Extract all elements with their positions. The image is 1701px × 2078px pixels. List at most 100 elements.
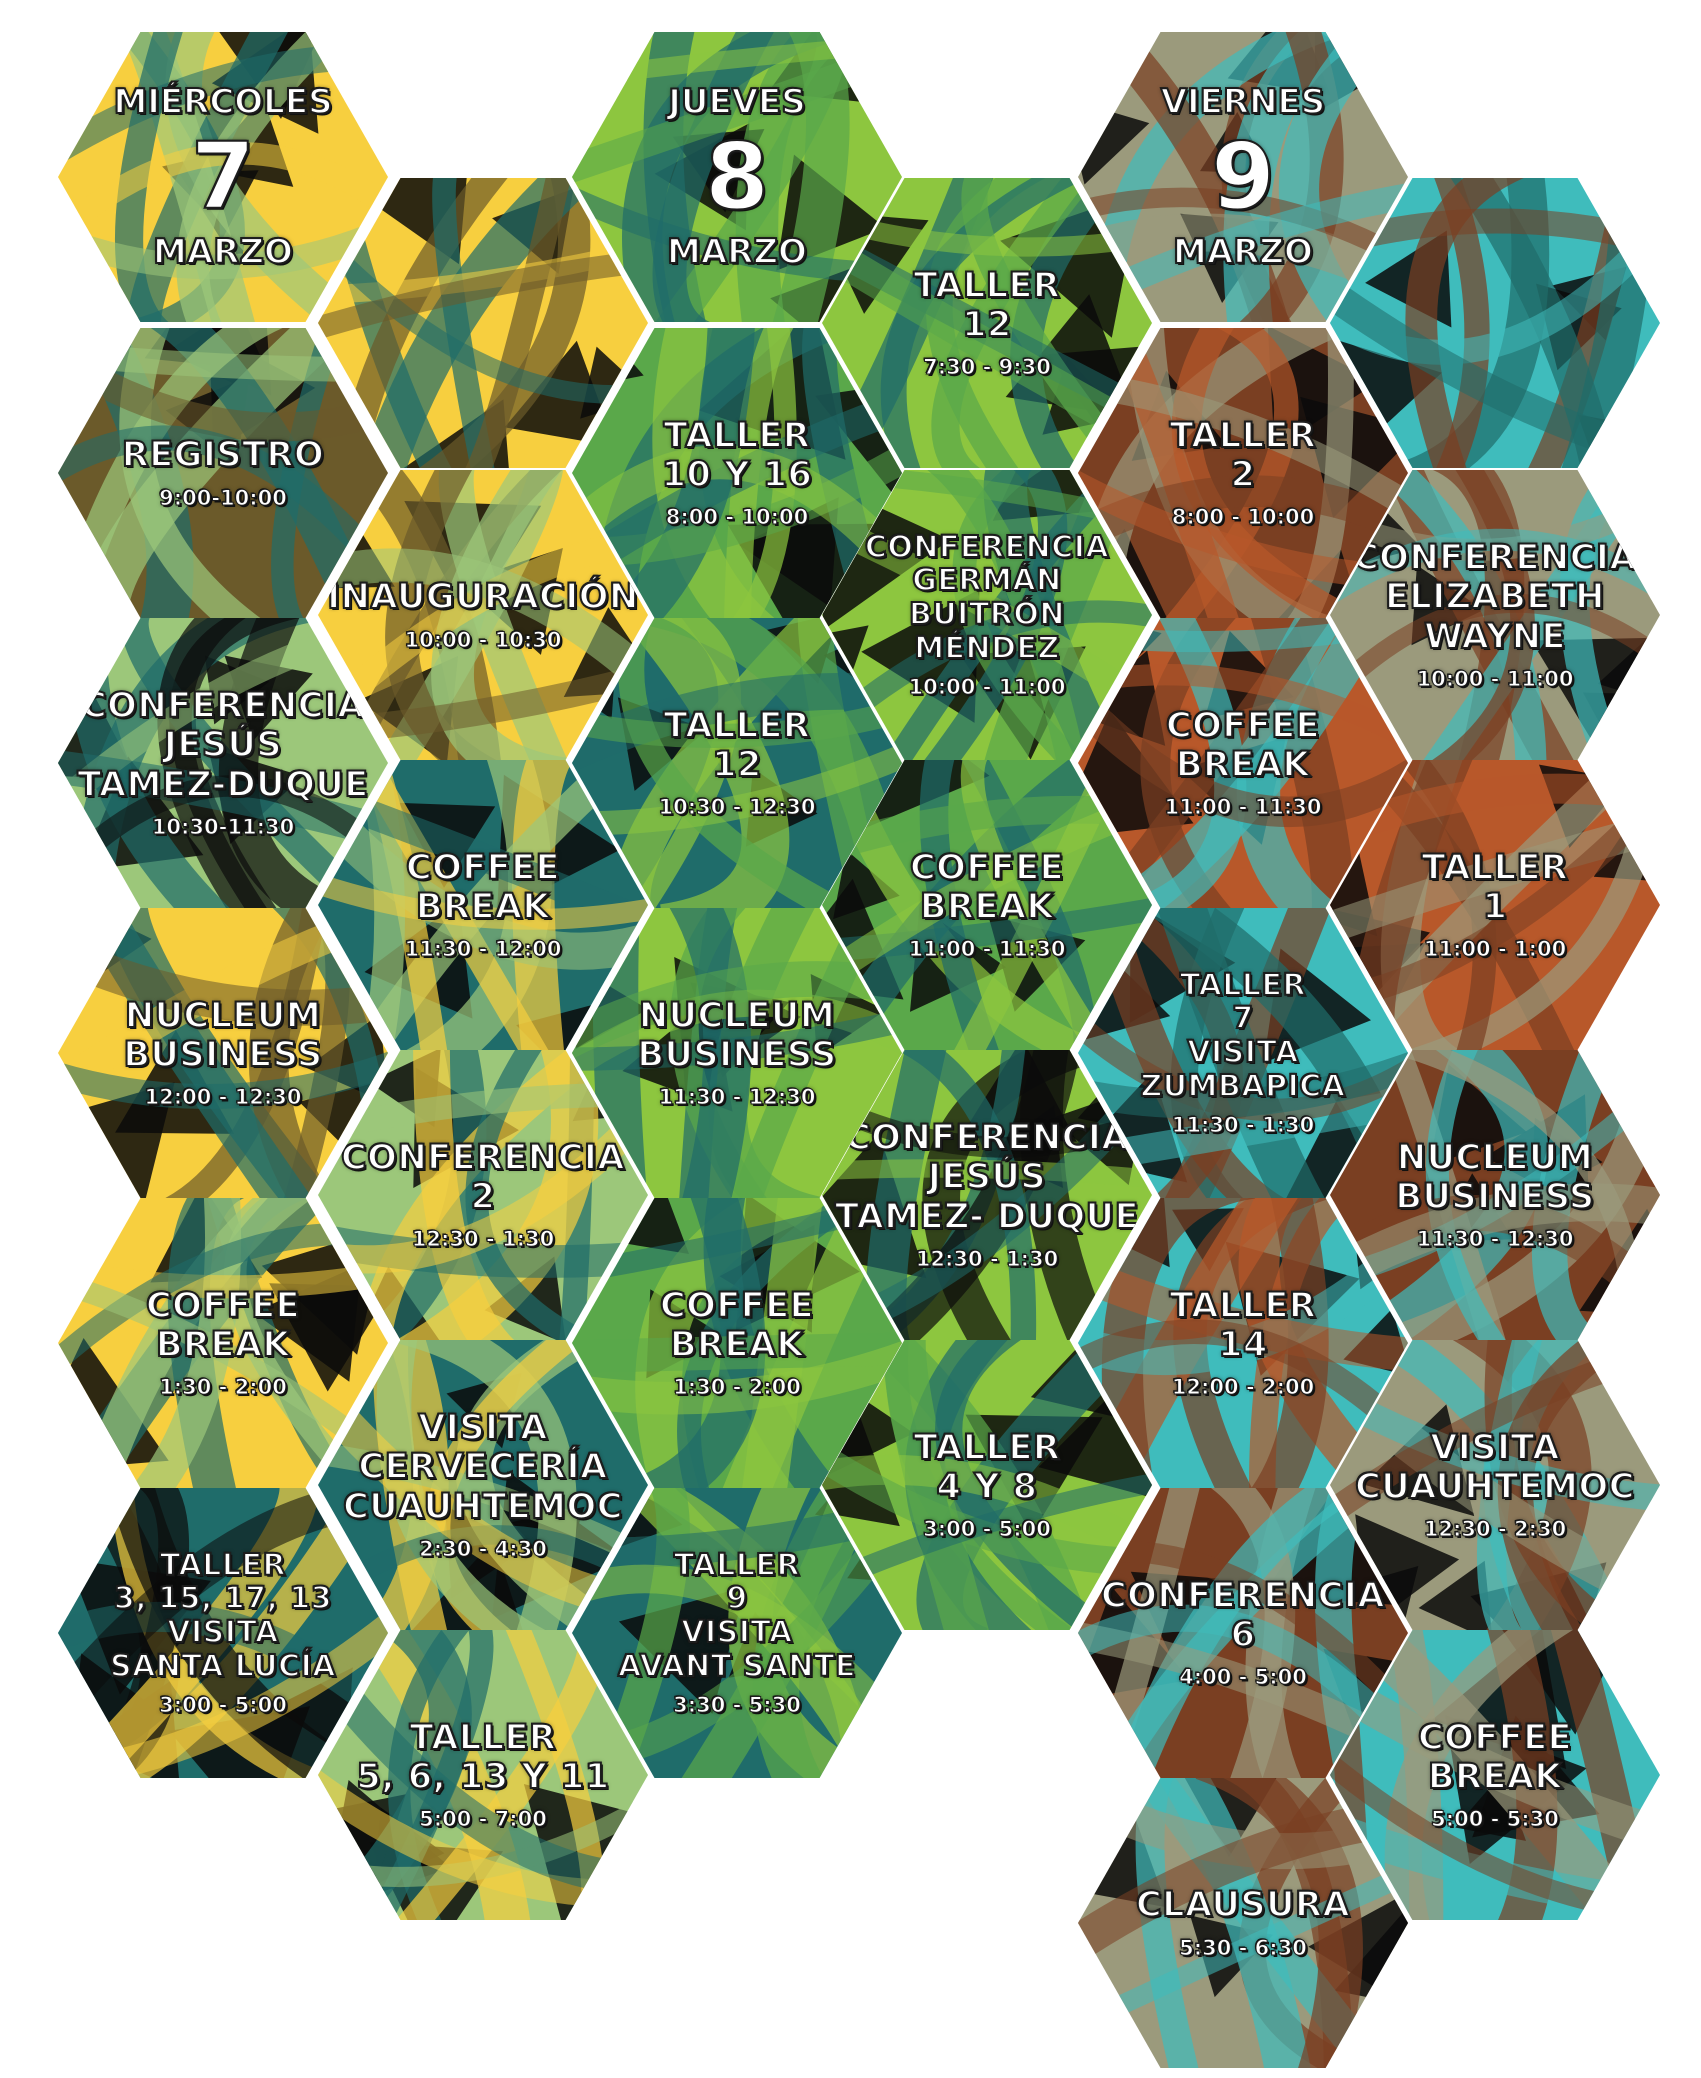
event-title-line: 12 [961, 304, 1012, 345]
event-title-line: WAYNE [1423, 616, 1566, 657]
event-title-line: GERMÁN [911, 563, 1062, 599]
event-title-line: CLAUSURA [1135, 1885, 1351, 1926]
event-hex: TALLER 3, 15, 17, 13 VISITA SANTA LUCÍA 3:00… [58, 1488, 388, 1778]
day-number: 9 [1210, 123, 1276, 231]
event-title-line: COFFEE [145, 1285, 301, 1326]
event-title-line: 14 [1217, 1324, 1268, 1365]
event-title-line: TALLER [1169, 1285, 1317, 1326]
event-title-line: NUCLEUM [638, 995, 836, 1036]
event-time: 11:30 - 12:30 [658, 1085, 816, 1110]
event-title-line: BREAK [1175, 744, 1311, 785]
event-title-line: TALLER [1179, 967, 1307, 1003]
event-title-line: TALLER [159, 1547, 287, 1583]
event-title-line: 2 [470, 1176, 496, 1217]
event-time: 3:00 - 5:00 [923, 1517, 1052, 1542]
event-title-line: CUAUHTEMOC [1354, 1466, 1635, 1507]
event-time: 5:00 - 7:00 [419, 1807, 548, 1832]
event-title-line: BUSINESS [122, 1034, 323, 1075]
event-title-line: SANTA LUCÍA [109, 1648, 337, 1684]
event-title-line: BREAK [1427, 1756, 1563, 1797]
event-title-line: VISITA [1429, 1427, 1560, 1468]
event-time: 8:00 - 10:00 [1171, 505, 1315, 530]
event-time: 4:00 - 5:00 [1179, 1665, 1308, 1690]
event-title-line: CONFERENCIA [844, 1118, 1130, 1159]
event-title-line: MÉNDEZ [913, 630, 1060, 666]
event-time: 12:30 - 1:30 [915, 1246, 1059, 1271]
event-title-line: CONFERENCIA [80, 686, 366, 727]
event-time: 11:30 - 1:30 [1171, 1113, 1315, 1138]
event-title-line: BUSINESS [1394, 1176, 1595, 1217]
event-time: 11:30 - 12:00 [404, 937, 562, 962]
event-title-line: CONFERENCIA [864, 529, 1110, 565]
event-title-line: REGISTRO [121, 435, 325, 476]
event-title-line: TALLER [673, 1547, 801, 1583]
event-title-line: CUAUHTEMOC [342, 1486, 623, 1527]
event-title-line: 5, 6, 13 Y 11 [355, 1756, 610, 1797]
event-hex: NUCLEUM BUSINESS 12:00 - 12:30 [58, 908, 388, 1198]
event-time: 11:00 - 11:30 [908, 937, 1066, 962]
event-time: 11:00 - 1:00 [1423, 937, 1567, 962]
event-title-line: VISITA [1186, 1035, 1299, 1070]
event-time: 5:00 - 5:30 [1431, 1807, 1560, 1832]
event-title-line: 2 [1230, 454, 1256, 495]
event-time: 11:30 - 12:30 [1416, 1227, 1574, 1252]
event-title-line: VISITA [166, 1615, 279, 1650]
event-title-line: COFFEE [909, 847, 1065, 888]
day-header-hex: MIÉRCOLES 7 MARZO [58, 32, 388, 322]
event-title-line: 10 Y 16 [661, 454, 813, 495]
event-time: 11:00 - 11:30 [1164, 795, 1322, 820]
event-title-line: AVANT SANTE [617, 1648, 857, 1684]
event-time: 10:00 - 10:30 [404, 627, 562, 652]
event-title-line: 4 Y 8 [936, 1466, 1038, 1507]
event-hex: CONFERENCIA JESÚS TAMEZ-DUQUE 10:30-11:30 [58, 618, 388, 908]
event-time: 12:00 - 2:00 [1171, 1375, 1315, 1400]
event-title-line: 3, 15, 17, 13 [113, 1581, 333, 1617]
event-title-line: TAMEZ- DUQUE [834, 1196, 1140, 1237]
event-title-line: 1 [1482, 886, 1508, 927]
event-title-line: JESÚS [927, 1157, 1047, 1198]
event-title-line: COFFEE [405, 847, 561, 888]
event-title-line: BREAK [155, 1324, 291, 1365]
event-time: 2:30 - 4:30 [419, 1536, 548, 1561]
event-title-line: NUCLEUM [1396, 1137, 1594, 1178]
event-title-line: 12 [711, 744, 762, 785]
day-month: MARZO [1172, 231, 1314, 273]
event-title-line: INAUGURACIÓN [326, 577, 639, 618]
event-title-line: ZUMBAPICA [1140, 1068, 1346, 1104]
event-title-line: 6 [1230, 1614, 1256, 1655]
event-title-line: TALLER [913, 1427, 1061, 1468]
event-title-line: COFFEE [1417, 1717, 1573, 1758]
event-title-line: VISITA [680, 1615, 793, 1650]
event-title-line: BREAK [669, 1324, 805, 1365]
event-title-line: BREAK [415, 886, 551, 927]
event-title-line: CONFERENCIA [1100, 1575, 1386, 1616]
event-title-line: TAMEZ-DUQUE [76, 764, 369, 805]
event-title-line: BUSINESS [636, 1034, 837, 1075]
event-title-line: JESÚS [163, 725, 283, 766]
event-title-line: CONFERENCIA [340, 1137, 626, 1178]
event-time: 5:30 - 6:30 [1179, 1935, 1308, 1960]
event-title-line: TALLER [1421, 847, 1569, 888]
day-month: MARZO [152, 231, 294, 273]
day-month: MARZO [666, 231, 808, 273]
day-weekday: MIÉRCOLES [112, 81, 333, 123]
event-title-line: COFFEE [659, 1285, 815, 1326]
event-hex: COFFEE BREAK 1:30 - 2:00 [58, 1198, 388, 1488]
schedule-board: MIÉRCOLES 7 MARZO JUEVES 8 MARZO VIERNES… [0, 0, 1701, 2078]
event-time: 10:00 - 11:00 [1416, 666, 1574, 691]
event-title-line: TALLER [663, 415, 811, 456]
event-title-line: TALLER [1169, 415, 1317, 456]
event-title-line: CERVECERÍA [357, 1447, 608, 1488]
event-title-line: TALLER [913, 265, 1061, 306]
event-hex: REGISTRO 9:00-10:00 [58, 328, 388, 618]
event-title-line: TALLER [663, 705, 811, 746]
day-number: 8 [704, 123, 770, 231]
event-time: 8:00 - 10:00 [665, 505, 809, 530]
event-time: 7:30 - 9:30 [923, 355, 1052, 380]
event-title-line: 9 [725, 1581, 748, 1617]
event-time: 10:30 - 12:30 [658, 795, 816, 820]
event-time: 3:30 - 5:30 [673, 1693, 802, 1718]
day-weekday: JUEVES [667, 81, 807, 123]
event-time: 1:30 - 2:00 [673, 1375, 802, 1400]
event-time: 3:00 - 5:00 [159, 1693, 288, 1718]
